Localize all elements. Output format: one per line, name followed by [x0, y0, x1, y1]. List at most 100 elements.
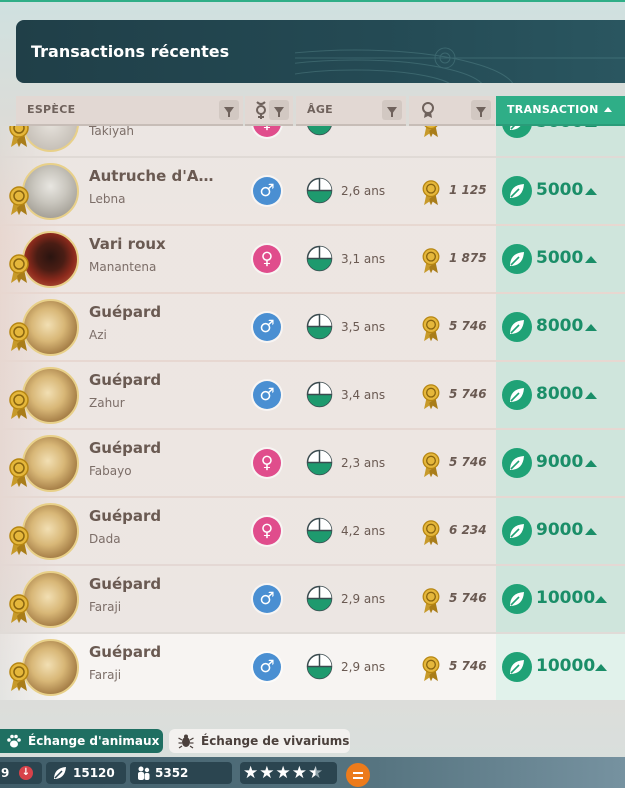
animal-name: Fabayo [89, 464, 132, 478]
animal-medal-icon [8, 322, 30, 352]
leaf-icon [510, 126, 521, 130]
decorative-pattern [295, 47, 625, 83]
conservation-credits-pill[interactable]: 15120 [46, 762, 126, 784]
table-row[interactable]: Guépard Faraji ♂ 2,9 ans 5 746 10000 [0, 566, 625, 632]
column-header-age[interactable]: ÂGE [296, 96, 406, 126]
mood-neutral-icon[interactable] [346, 763, 370, 787]
down-arrow-icon: ↓ [19, 766, 33, 780]
rating-medal [421, 180, 441, 206]
conservation-leaf-icon [502, 244, 532, 274]
age-value: 2,9 ans [341, 660, 386, 674]
animal-avatar[interactable] [22, 163, 79, 220]
rating-medal [421, 316, 441, 342]
male-icon: ♂ [253, 381, 281, 409]
filter-icon [387, 106, 397, 117]
tab-vivarium-exchange[interactable]: Échange de vivariums [169, 729, 350, 753]
species-filter-button[interactable] [219, 100, 239, 120]
rating-value: 5 746 [449, 659, 487, 673]
neutral-face-icon [353, 772, 363, 779]
count-pill[interactable]: 9 ↓ [0, 762, 42, 784]
animal-avatar[interactable] [22, 435, 79, 492]
leaf-icon [510, 456, 524, 470]
column-header-species-label: ESPÈCE [27, 103, 76, 116]
leaf-icon [510, 320, 524, 334]
medal-icon [9, 458, 29, 487]
table-row[interactable]: Guépard Fabayo ♀ 2,3 ans 5 746 9000 [0, 430, 625, 496]
animal-avatar[interactable] [22, 299, 79, 356]
trend-up-icon [585, 528, 597, 535]
animal-medal-icon [8, 662, 30, 692]
rating-filter-button[interactable] [471, 100, 491, 120]
age-pie-icon [306, 653, 333, 680]
age-value: 2,3 ans [341, 456, 386, 470]
table-row[interactable]: Guépard Azi ♂ 3,5 ans 5 746 8000 [0, 294, 625, 360]
transaction-price: 8000 [536, 316, 584, 336]
column-header-gender[interactable] [245, 96, 293, 126]
age-value: 2,6 ans [341, 184, 386, 198]
male-icon: ♂ [253, 585, 281, 613]
column-header-rating[interactable] [409, 96, 495, 126]
conservation-leaf-icon [502, 176, 532, 206]
table-row[interactable]: Guépard Faraji ♂ 2,9 ans 5 746 10000 [0, 634, 625, 700]
guests-value: 5352 [155, 766, 189, 780]
rating-medal [421, 452, 441, 478]
animal-medal-icon [8, 526, 30, 556]
leaf-icon [510, 592, 524, 606]
species-label: Guépard [89, 575, 162, 593]
female-icon: ♀ [253, 449, 281, 477]
age-icon [306, 381, 333, 408]
animal-medal-icon [8, 458, 30, 488]
medal-icon [422, 452, 440, 478]
male-icon: ♂ [253, 653, 281, 681]
tab-animal-exchange[interactable]: Échange d'animaux [0, 729, 163, 753]
animal-avatar[interactable] [22, 639, 79, 696]
trend-up-icon [585, 256, 597, 263]
animal-avatar[interactable] [22, 367, 79, 424]
age-pie-icon [306, 585, 333, 612]
rating-medal [421, 248, 441, 274]
trend-up-icon [595, 596, 607, 603]
age-pie-icon [306, 313, 333, 340]
transaction-price: 9000 [536, 452, 584, 472]
table-row[interactable]: Guépard Zahur ♂ 3,4 ans 5 746 8000 [0, 362, 625, 428]
animal-name: Azi [89, 328, 107, 342]
age-filter-button[interactable] [382, 100, 402, 120]
table-row[interactable]: Autruche d'Af... Lebna ♂ 2,6 ans 1 125 5… [0, 158, 625, 224]
medal-icon [9, 254, 29, 283]
age-pie-icon [306, 245, 333, 272]
male-icon: ♂ [253, 313, 281, 341]
age-value: 3,1 ans [341, 252, 386, 266]
table-row[interactable]: Takiyah ♀ 5000 [0, 126, 625, 156]
rating-value: 5 746 [449, 591, 487, 605]
gender-filter-button[interactable] [269, 100, 289, 120]
animal-name: Lebna [89, 192, 126, 206]
column-header-species[interactable]: ESPÈCE [16, 96, 243, 126]
column-header-transaction[interactable]: TRANSACTION [496, 96, 625, 126]
age-icon [306, 449, 333, 476]
medal-icon [9, 594, 29, 623]
age-icon [306, 245, 333, 272]
half-star-icon: ★ [308, 763, 324, 783]
species-label: Guépard [89, 439, 162, 457]
age-value: 2,9 ans [341, 592, 386, 606]
filter-icon [274, 106, 284, 117]
animal-avatar[interactable] [22, 231, 79, 288]
age-icon [306, 313, 333, 340]
guests-pill[interactable]: 5352 [130, 762, 232, 784]
table-row[interactable]: Vari roux Manantena ♀ 3,1 ans 1 875 5000 [0, 226, 625, 292]
transactions-list[interactable]: Takiyah ♀ 5000 Autruche d'Af... Lebna ♂ [0, 126, 625, 710]
animal-avatar[interactable] [22, 503, 79, 560]
rating-medal [421, 588, 441, 614]
trend-up-icon [585, 392, 597, 399]
star-icon: ★ [275, 763, 291, 783]
zoo-rating-stars[interactable]: ★ ★ ★ ★ ★ [240, 762, 337, 784]
gender-icon [256, 101, 266, 119]
table-row[interactable]: Guépard Dada ♀ 4,2 ans 6 234 9000 [0, 498, 625, 564]
transaction-price: 5000 [536, 180, 584, 200]
animal-avatar[interactable] [22, 571, 79, 628]
species-label: Autruche d'Af... [89, 167, 219, 185]
leaf-icon [510, 660, 524, 674]
medal-icon [9, 526, 29, 555]
age-icon [306, 126, 333, 136]
filter-icon [224, 106, 234, 117]
